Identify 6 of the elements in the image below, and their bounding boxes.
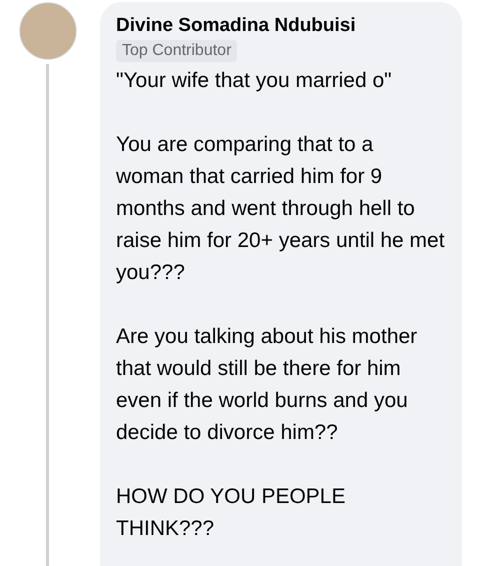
contributor-badge: Top Contributor [116, 40, 238, 62]
comment-text: "Your wife that you married o" [116, 68, 393, 94]
author-name[interactable]: Divine Somadina Ndubuisi [116, 14, 446, 38]
comment-text: HOW DO YOU PEOPLE THINK??? [116, 484, 346, 542]
comment-text: Are you talking about his mother that would still be there for him even if the world burns and you decide to divorce him?? [116, 324, 418, 446]
comment-text: You are comparing that to a woman that carried him for 9 months and went through hell to raise him for 20+ years until he met you??? [116, 132, 446, 286]
